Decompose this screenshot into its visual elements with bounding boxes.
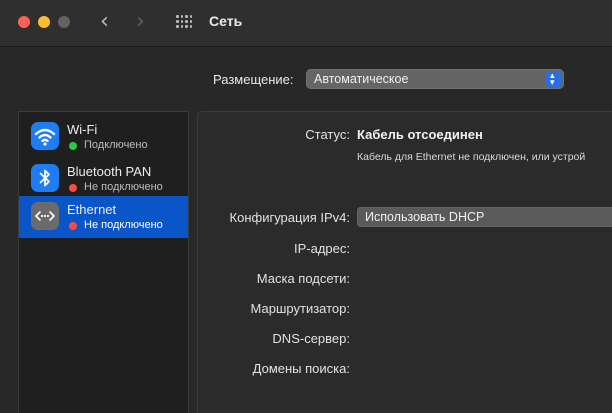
close-button[interactable] — [18, 16, 30, 28]
search-domains-label: Домены поиска: — [252, 361, 350, 376]
ipv4-config-value: Использовать DHCP — [365, 210, 485, 224]
minimize-button[interactable] — [38, 16, 50, 28]
title-bar: ‹ › Сеть — [0, 0, 612, 47]
service-item-bluetooth-pan[interactable]: Bluetooth PAN Не подключено — [19, 158, 188, 200]
select-stepper-icon: ▴ ▾ — [546, 71, 562, 88]
zoom-button[interactable] — [58, 16, 70, 28]
ethernet-icon — [31, 202, 59, 230]
service-name: Bluetooth PAN — [67, 164, 152, 179]
bluetooth-icon — [31, 164, 59, 192]
service-name: Wi-Fi — [67, 122, 98, 137]
ip-address-label: IP-адрес: — [294, 241, 350, 256]
status-dot-icon — [69, 142, 77, 150]
status-dot-icon — [69, 184, 77, 192]
dns-server-label: DNS-сервер: — [272, 331, 350, 346]
location-value: Автоматическое — [314, 72, 409, 86]
status-dot-icon — [69, 222, 77, 230]
ipv4-config-select[interactable]: Использовать DHCP — [357, 207, 612, 227]
status-description: Кабель для Ethernet не подключен, или ус… — [357, 151, 586, 163]
network-preferences-window: ‹ › Сеть Размещение: Автоматическое ▴▾ — [0, 0, 612, 413]
back-button[interactable]: ‹ — [100, 10, 109, 34]
subnet-mask-label: Маска подсети: — [256, 271, 350, 286]
location-label: Размещение: — [213, 72, 294, 87]
ipv4-config-label: Конфигурация IPv4: — [229, 210, 350, 225]
status-label: Статус: — [305, 127, 350, 142]
show-all-grid-icon[interactable] — [176, 15, 192, 31]
router-label: Маршрутизатор: — [250, 301, 350, 316]
service-status: Подключено — [84, 139, 148, 151]
status-value: Кабель отсоединен — [357, 127, 483, 142]
wifi-icon — [31, 122, 59, 150]
service-name: Ethernet — [67, 202, 117, 217]
window-title: Сеть — [209, 13, 243, 29]
location-select[interactable]: Автоматическое ▴ ▾ — [306, 69, 564, 89]
forward-button[interactable]: › — [136, 10, 145, 34]
service-status: Не подключено — [84, 181, 163, 193]
